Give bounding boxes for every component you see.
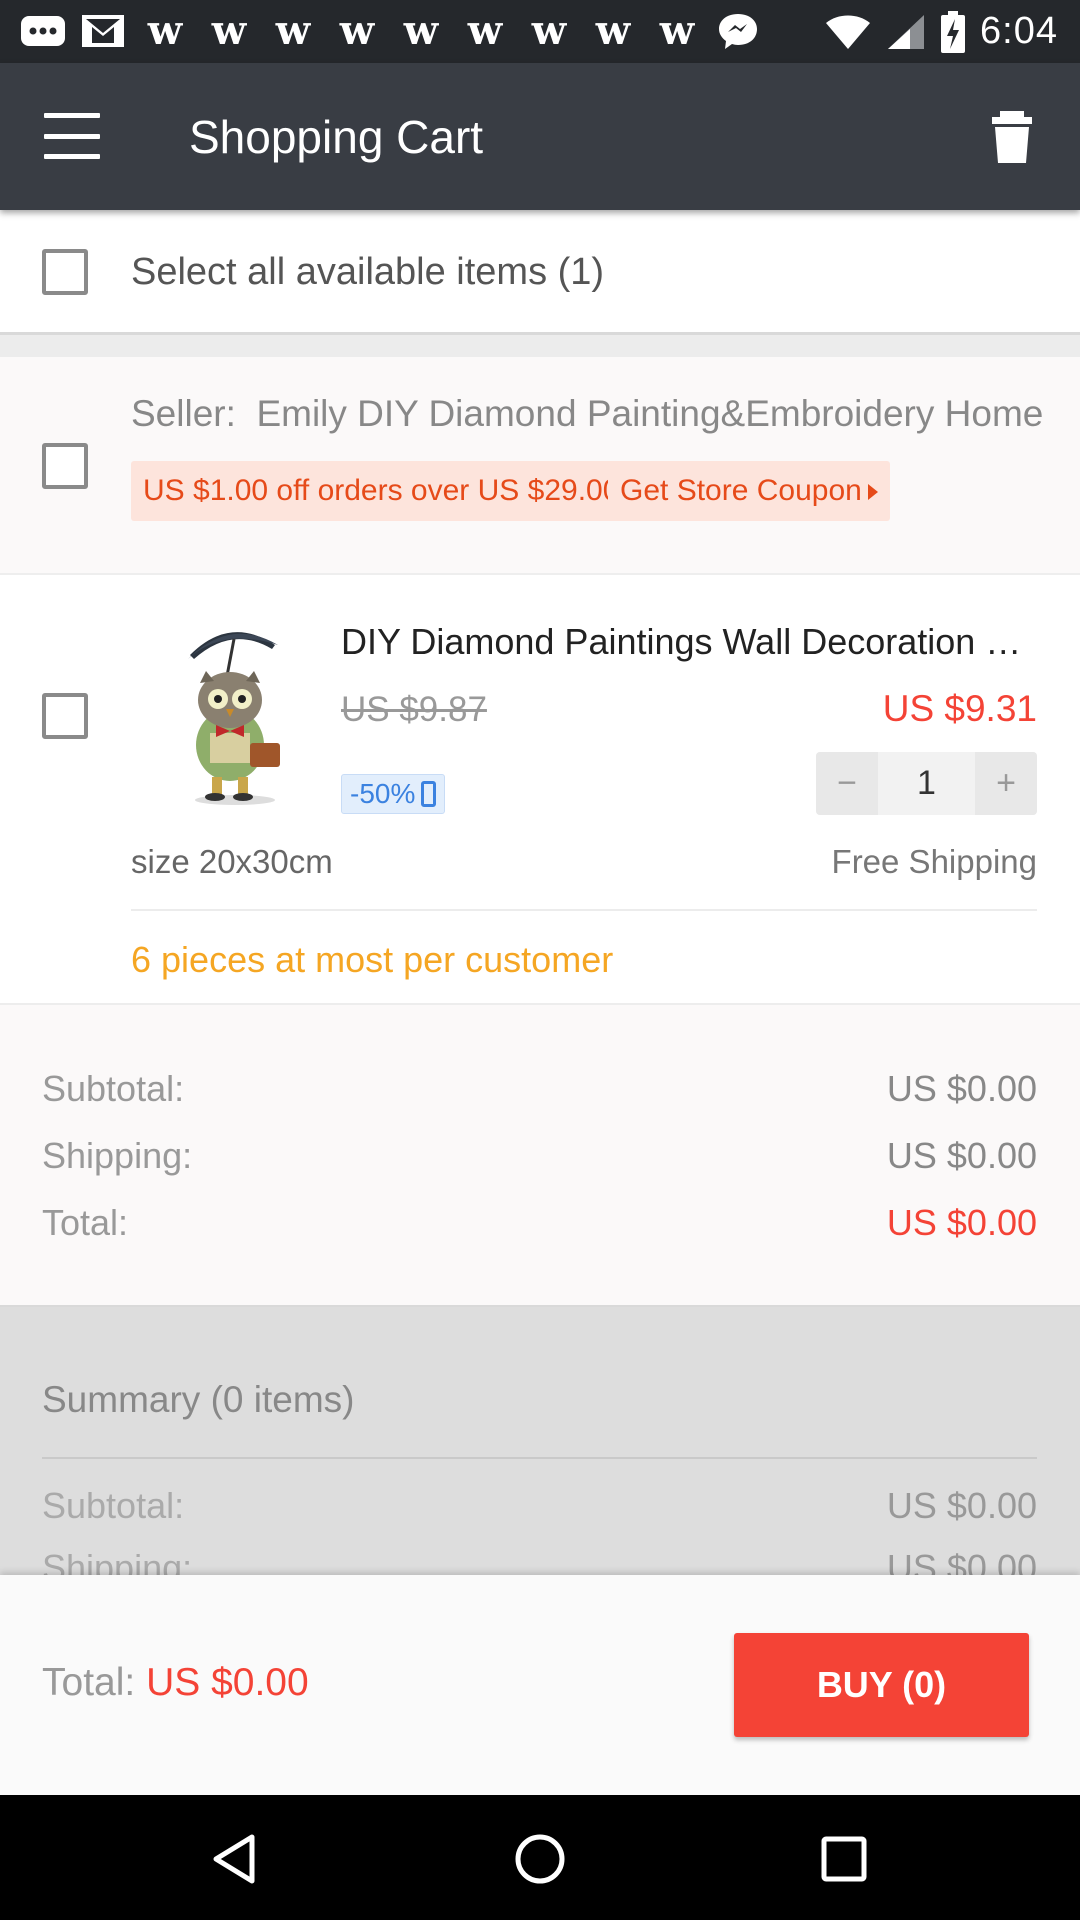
cart-item: DIY Diamond Paintings Wall Decoration D…… (0, 575, 1080, 1005)
mobile-discount-badge: -50% (341, 774, 446, 814)
get-store-coupon-label: Get Store Coupon (620, 474, 862, 507)
shipping-value: US $0.00 (886, 1135, 1037, 1176)
summary-subtotal-label: Subtotal: (42, 1485, 185, 1526)
caret-right-icon (867, 484, 878, 501)
store-shipping-row: Shipping: US $0.00 (42, 1135, 1037, 1177)
menu-line (44, 133, 100, 139)
gmail-icon (80, 11, 126, 51)
signal-icon (886, 13, 926, 51)
mobile-phone-icon (421, 781, 437, 807)
trash-icon[interactable] (984, 109, 1040, 165)
w-app-icon: w (147, 7, 183, 54)
status-bar: w w w w w w w w w 6:04 (0, 0, 1080, 63)
section-spacer (0, 335, 1080, 357)
status-clock: 6:04 (980, 10, 1058, 52)
messenger-icon (716, 11, 760, 51)
get-store-coupon-link[interactable]: Get Store Coupon (608, 461, 890, 521)
recents-icon[interactable] (814, 1829, 874, 1889)
chat-icon (20, 13, 66, 49)
shipping-method: Free Shipping (831, 843, 1037, 880)
owl-with-umbrella-image[interactable] (160, 615, 300, 805)
summary-title: Summary (0 items) (42, 1379, 355, 1420)
w-app-icon: w (595, 7, 631, 54)
store-subtotal-row: Subtotal: US $0.00 (42, 1068, 1037, 1110)
w-app-icon: w (339, 7, 375, 54)
app-toolbar: Shopping Cart (0, 63, 1080, 210)
w-app-icon: w (467, 7, 503, 54)
seller-name[interactable]: Emily DIY Diamond Painting&Embroidery Ho… (256, 393, 1043, 434)
w-app-icon: w (211, 7, 247, 54)
system-status: 6:04 (824, 0, 1058, 63)
page-title: Shopping Cart (189, 111, 484, 163)
sale-price: US $9.31 (882, 688, 1037, 729)
summary-subtotal-row: Subtotal: US $0.00 (42, 1485, 1037, 1527)
w-app-icon: w (659, 7, 695, 54)
seller-label: Seller: (131, 393, 236, 434)
back-icon[interactable] (206, 1829, 266, 1889)
notification-icons: w w w w w w w w w (20, 8, 760, 54)
summary-shipping-row: Shipping: US $0.00 (42, 1547, 1037, 1575)
w-app-icon: w (531, 7, 567, 54)
decrease-quantity-button[interactable]: − (816, 752, 878, 815)
order-summary: Summary (0 items) Subtotal: US $0.00 Shi… (0, 1307, 1080, 1575)
divider (131, 909, 1037, 911)
subtotal-value: US $0.00 (886, 1068, 1037, 1109)
menu-line (44, 113, 100, 118)
original-price: US $9.87 (341, 690, 487, 729)
summary-subtotal-value: US $0.00 (886, 1485, 1037, 1526)
summary-shipping-label: Shipping: (42, 1547, 193, 1575)
product-variant: size 20x30cm (131, 843, 333, 880)
purchase-limit-note: 6 pieces at most per customer (131, 939, 614, 980)
shipping-label: Shipping: (42, 1135, 193, 1176)
wifi-icon (824, 13, 872, 51)
quantity-value[interactable]: 1 (878, 752, 975, 815)
store-total-row: Total: US $0.00 (42, 1202, 1037, 1244)
product-title[interactable]: DIY Diamond Paintings Wall Decoration D… (341, 621, 1041, 663)
total-value: US $0.00 (886, 1202, 1037, 1243)
subtotal-label: Subtotal: (42, 1068, 185, 1109)
discount-percent: -50% (350, 778, 416, 809)
w-app-icon: w (275, 7, 311, 54)
hamburger-menu-icon[interactable] (44, 113, 100, 159)
checkout-bar: Total: US $0.00 BUY (0) (0, 1575, 1080, 1795)
seller-section: Seller: Emily DIY Diamond Painting&Embro… (0, 357, 1080, 575)
select-all-checkbox[interactable] (42, 249, 88, 295)
seller-checkbox[interactable] (42, 443, 88, 489)
item-checkbox[interactable] (42, 693, 88, 739)
home-icon[interactable] (510, 1829, 570, 1889)
checkout-total-label: Total: (42, 1661, 136, 1704)
total-label: Total: (42, 1202, 129, 1243)
checkout-total: Total: US $0.00 (42, 1661, 309, 1705)
summary-shipping-value: US $0.00 (886, 1547, 1037, 1575)
menu-line (44, 154, 100, 159)
w-app-icon: w (403, 7, 439, 54)
select-all-row[interactable]: Select all available items (1) (0, 210, 1080, 335)
increase-quantity-button[interactable]: + (975, 752, 1037, 815)
select-all-label: Select all available items (1) (131, 251, 605, 293)
checkout-total-amount: US $0.00 (146, 1661, 309, 1704)
store-totals: Subtotal: US $0.00 Shipping: US $0.00 To… (0, 1005, 1080, 1307)
battery-charging-icon (940, 10, 966, 54)
buy-button[interactable]: BUY (0) (734, 1633, 1029, 1737)
seller-line: Seller: Emily DIY Diamond Painting&Embro… (131, 393, 1043, 435)
divider (42, 1457, 1037, 1459)
quantity-stepper: − 1 + (816, 752, 1037, 815)
store-promo-badge: US $1.00 off orders over US $29.00 (131, 461, 632, 521)
system-nav-bar (0, 1795, 1080, 1920)
